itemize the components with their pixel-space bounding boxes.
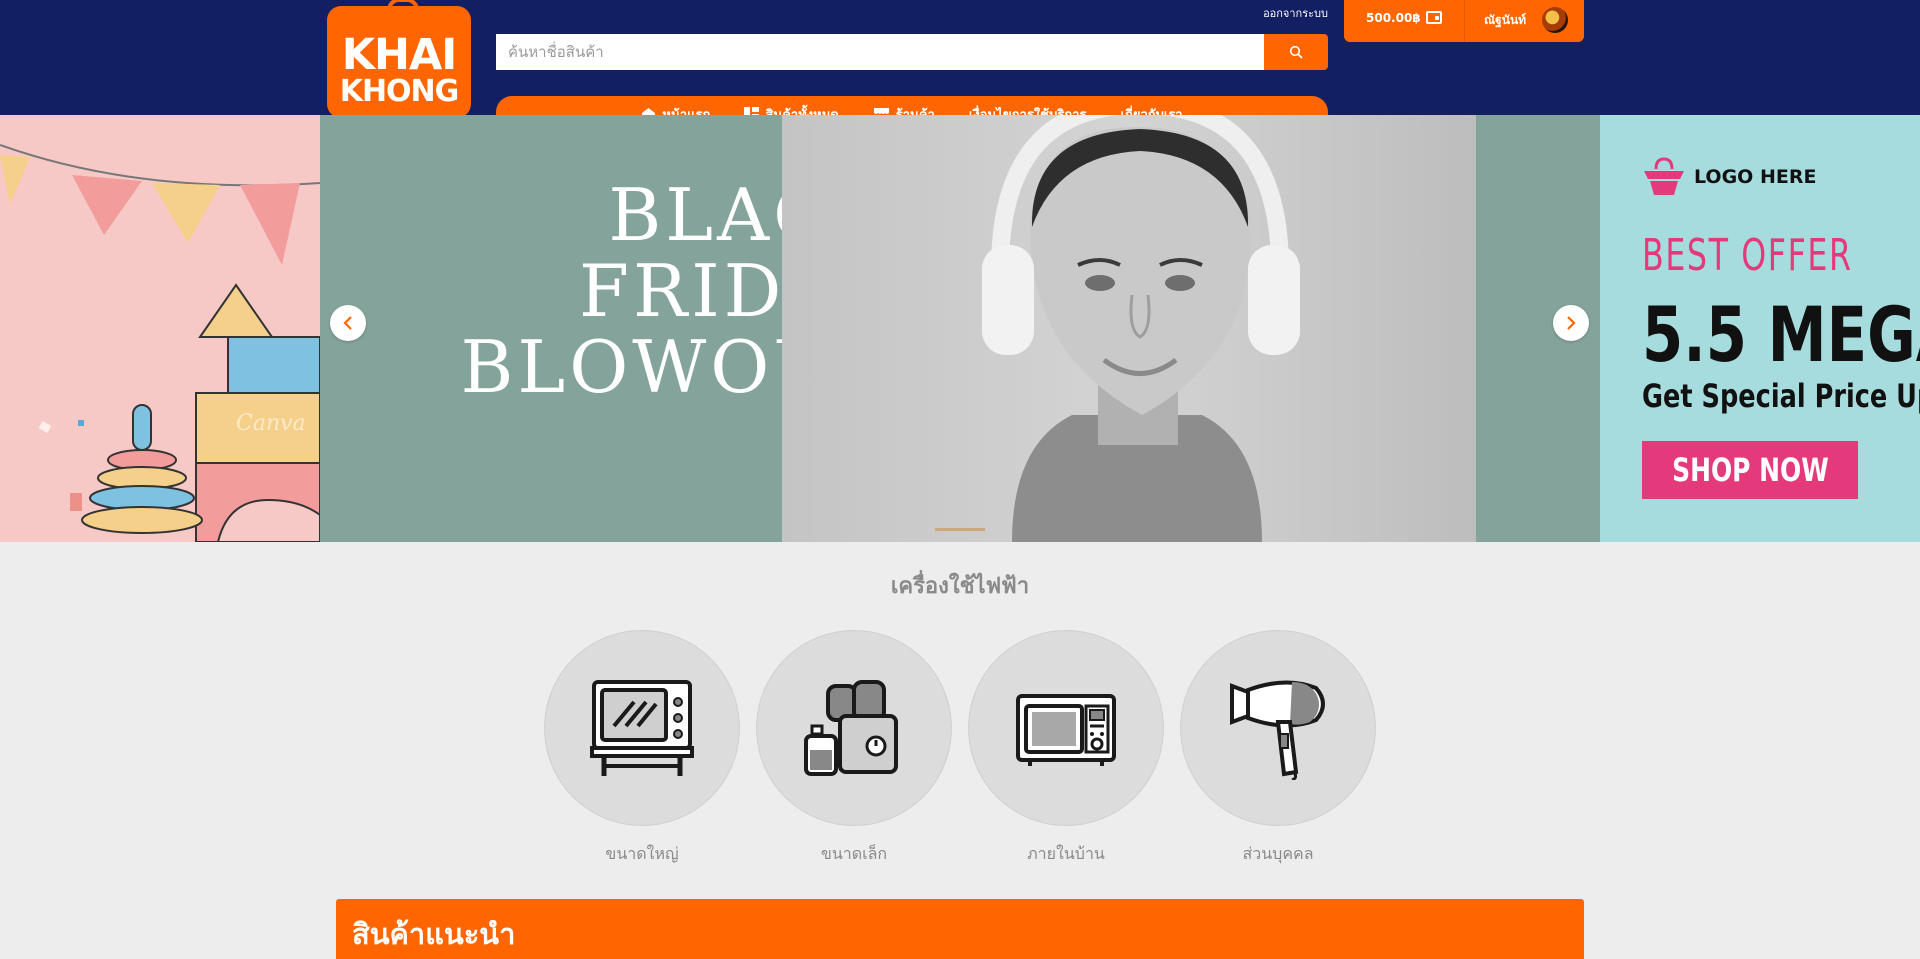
category-label: ขนาดเล็ก	[820, 844, 888, 863]
shopping-bag-icon	[1644, 157, 1684, 195]
chevron-right-icon	[1567, 316, 1576, 330]
logo-text-line1: KHAI	[341, 30, 458, 80]
banner-photo	[782, 115, 1476, 542]
category-icon-circle	[544, 630, 740, 826]
category-icon-circle	[968, 630, 1164, 826]
wallet-balance[interactable]: 500.00฿	[1366, 11, 1421, 25]
category-section-title: เครื่องใช้ไฟฟ้า	[890, 574, 1030, 599]
carousel-slide-active[interactable]: BLACK FRIDAY BLOWOUT	[320, 115, 1600, 542]
promo-best-offer: BEST OFFER	[1642, 230, 1853, 281]
category-icon-circle	[1180, 630, 1376, 826]
promo-logo-text: LOGO HERE	[1694, 166, 1817, 188]
toys-illustration	[0, 144, 320, 542]
carousel-prev-button[interactable]	[330, 305, 366, 341]
carousel-indicator[interactable]	[935, 528, 985, 531]
promo-mega-sale: 5.5 MEGA S	[1642, 290, 1920, 379]
category-household[interactable]: ภายในบ้าน	[968, 630, 1164, 867]
site-logo[interactable]: KHAI KHONG	[320, 0, 478, 124]
logo-badge: KHAI KHONG	[327, 0, 471, 118]
hair-dryer-icon	[1230, 680, 1325, 780]
promo-special-price: Get Special Price Up T	[1642, 377, 1920, 415]
shop-now-button[interactable]: SHOP NOW	[1642, 441, 1858, 499]
logo-bag-handle	[387, 0, 419, 16]
oven-icon	[590, 680, 694, 776]
category-label: ภายในบ้าน	[1027, 844, 1105, 863]
user-panel: 500.00฿ ณัฐนันท์	[1344, 0, 1584, 42]
recommended-section-header: สินค้าแนะนำ	[336, 899, 1584, 959]
shop-now-label: SHOP NOW	[1671, 451, 1829, 489]
category-small-appliances[interactable]: ขนาดเล็ก	[756, 630, 952, 867]
category-label: ส่วนบุคคล	[1242, 844, 1314, 863]
recommended-title: สินค้าแนะนำ	[352, 917, 516, 951]
user-panel-divider	[1464, 0, 1465, 42]
hero-carousel: Canva BLACK FRIDAY BLOWOUT LOGO HERE BES…	[0, 115, 1920, 542]
logo-text-line2: KHONG	[339, 74, 460, 109]
watermark-text: Canva	[236, 411, 306, 436]
search-button[interactable]	[1264, 34, 1328, 70]
category-personal[interactable]: ส่วนบุคคล	[1180, 630, 1376, 867]
microwave-icon	[1016, 694, 1116, 766]
toaster-icon	[804, 680, 898, 776]
category-large-appliances[interactable]: ขนาดใหญ่	[544, 630, 740, 867]
username[interactable]: ณัฐนันท์	[1484, 11, 1526, 30]
carousel-slide-next[interactable]: LOGO HERE BEST OFFER 5.5 MEGA S Get Spec…	[1600, 115, 1920, 542]
avatar[interactable]	[1542, 7, 1568, 33]
search-input[interactable]	[496, 34, 1264, 70]
woman-headphones-illustration	[982, 115, 1300, 542]
carousel-next-button[interactable]	[1553, 305, 1589, 341]
category-icon-circle	[756, 630, 952, 826]
carousel-slide-prev[interactable]: Canva	[0, 115, 320, 542]
category-label: ขนาดใหญ่	[605, 844, 679, 863]
chevron-left-icon	[343, 316, 352, 330]
wallet-icon[interactable]	[1426, 11, 1442, 24]
search-icon	[1289, 45, 1303, 59]
promo-logo: LOGO HERE	[1642, 157, 1816, 197]
logout-link[interactable]: ออกจากระบบ	[1200, 4, 1328, 22]
